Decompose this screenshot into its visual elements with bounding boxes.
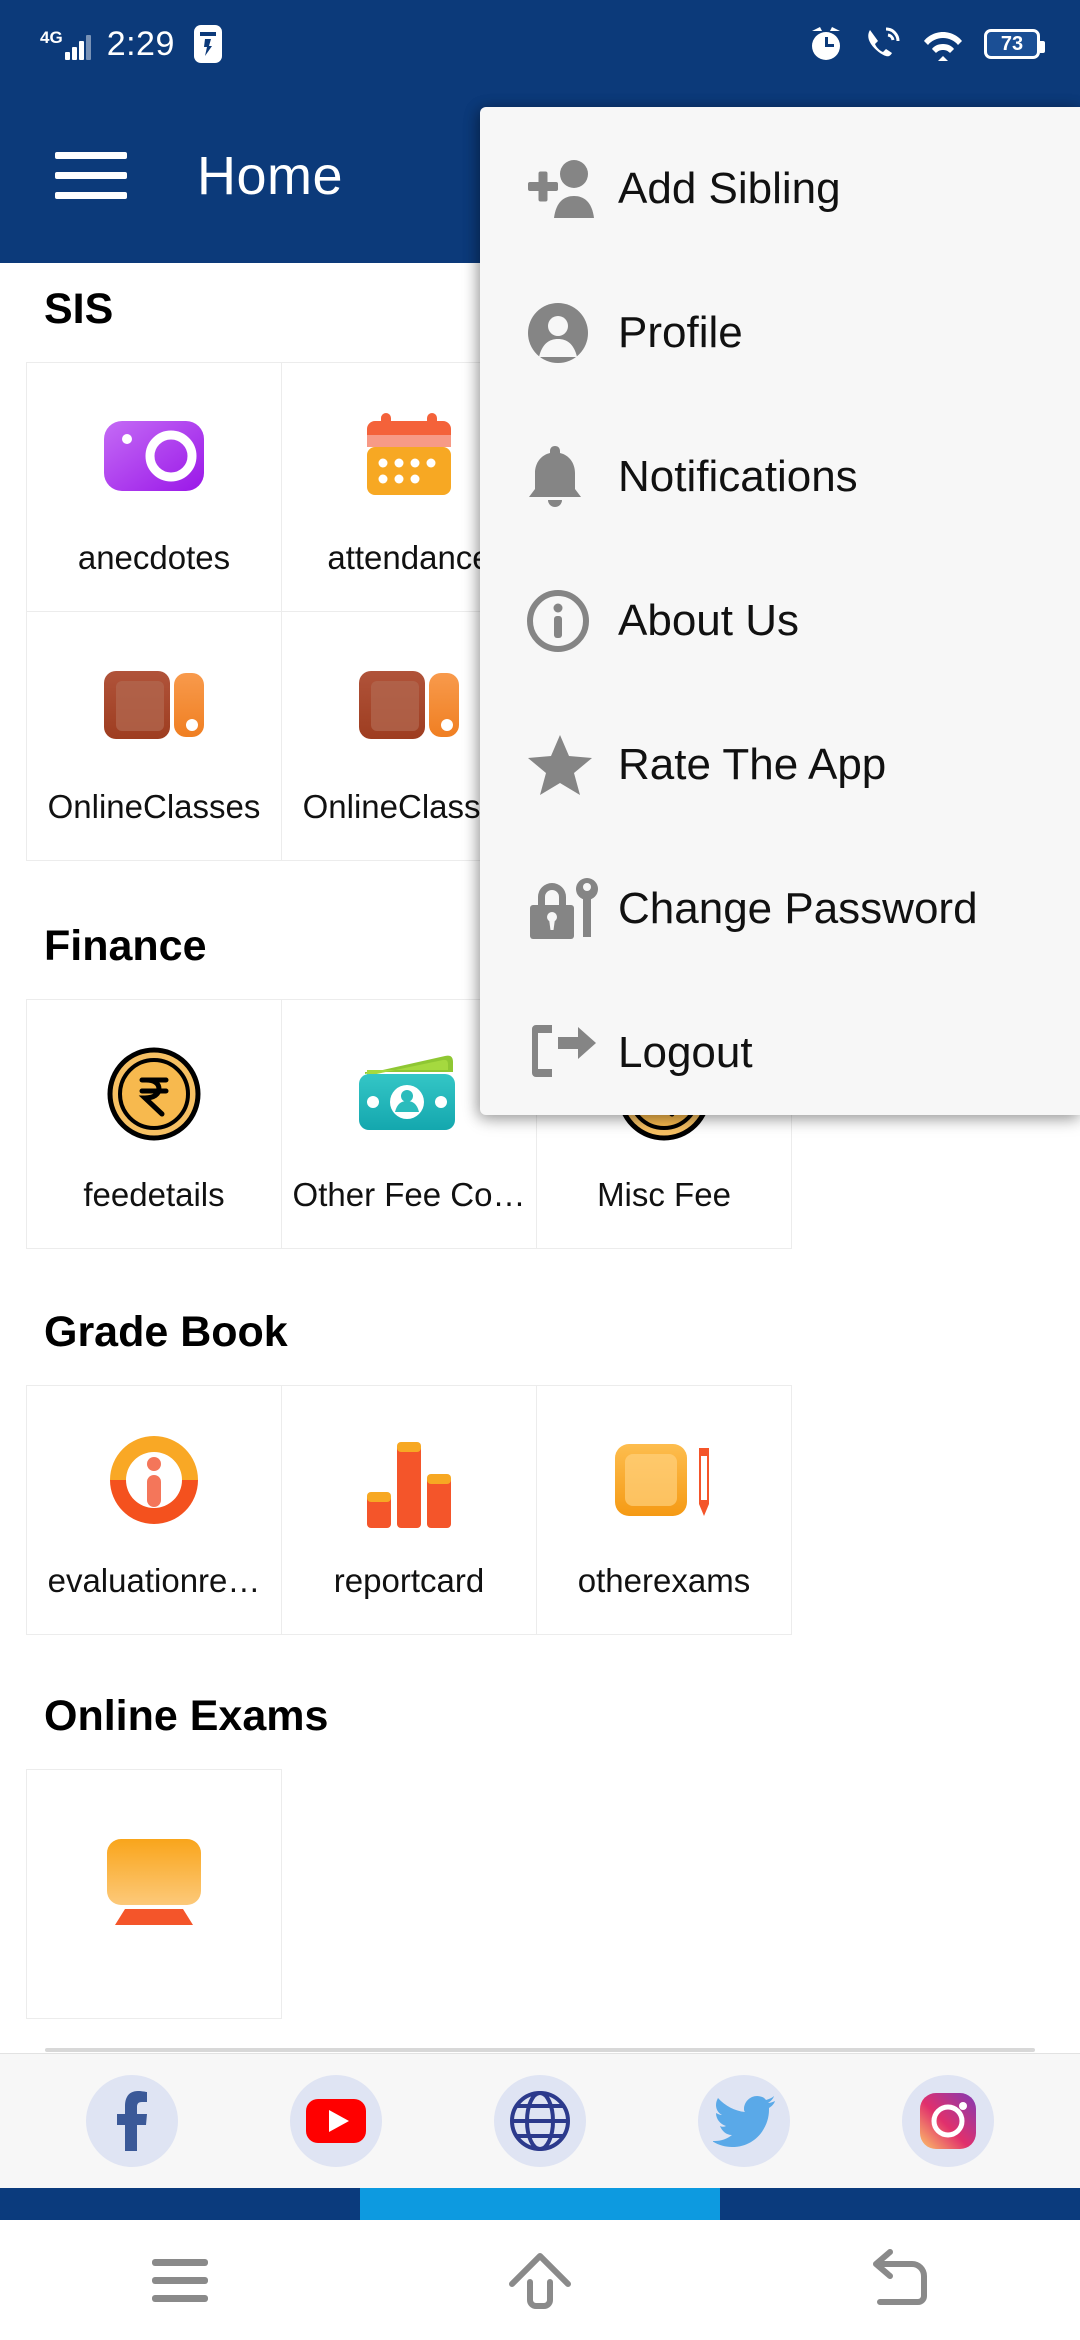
social-bar <box>0 2053 1080 2188</box>
scroll-divider <box>45 2048 1035 2052</box>
youtube-icon[interactable] <box>290 2075 382 2167</box>
twitter-icon[interactable] <box>698 2075 790 2167</box>
missed-call-icon <box>864 26 902 62</box>
wifi-icon <box>922 26 964 62</box>
logout-icon <box>526 1023 618 1083</box>
bar-chart-icon <box>361 1420 457 1540</box>
tile-evaluationreport[interactable]: evaluationre… <box>26 1385 282 1635</box>
tile-label: attendance <box>327 539 491 576</box>
tile-label: evaluationre… <box>47 1562 261 1599</box>
accent-strip <box>0 2188 1080 2220</box>
note-pencil-icon <box>611 1420 717 1540</box>
status-bar-right: 73 <box>808 25 1045 63</box>
tile-otherexams[interactable]: otherexams <box>536 1385 792 1635</box>
menu-item-label: Add Sibling <box>618 164 841 213</box>
tile-reportcard[interactable]: reportcard <box>281 1385 537 1635</box>
orange-info-icon <box>104 1420 204 1540</box>
home-button[interactable] <box>480 2235 600 2325</box>
status-bar-left: 4G 2:29 <box>40 24 225 64</box>
tile-row-gradebook: evaluationre… reportcard otherexams <box>0 1385 1080 1635</box>
tile-label: Other Fee Co… <box>292 1176 526 1213</box>
calendar-icon <box>359 397 459 517</box>
book-icon <box>357 646 461 766</box>
tile-label: otherexams <box>577 1562 751 1599</box>
info-circle-icon <box>526 589 618 653</box>
bell-icon <box>526 444 618 510</box>
monitor-icon <box>99 1823 209 1943</box>
menu-item-label: Notifications <box>618 452 858 501</box>
tile-row-onlineexams <box>0 1769 1080 2019</box>
menu-item-label: Logout <box>618 1028 753 1077</box>
menu-item-notifications[interactable]: Notifications <box>480 405 1080 549</box>
tile-onlineclasses-1[interactable]: OnlineClasses <box>26 611 282 861</box>
add-person-icon <box>526 158 618 220</box>
tile-feedetails[interactable]: feedetails <box>26 999 282 1249</box>
rupee-coin-icon <box>106 1034 202 1154</box>
star-icon <box>526 733 618 797</box>
alarm-clock-icon <box>808 25 844 63</box>
menu-item-label: Rate The App <box>618 740 887 789</box>
section-title-onlineexams: Online Exams <box>44 1692 329 1740</box>
tile-onlineexam[interactable] <box>26 1769 282 2019</box>
facebook-icon[interactable] <box>86 2075 178 2167</box>
status-bar: 4G 2:29 73 <box>0 0 1080 88</box>
profile-icon <box>526 301 618 365</box>
recents-button[interactable] <box>120 2235 240 2325</box>
battery-percent-label: 73 <box>1000 32 1024 55</box>
section-title-gradebook: Grade Book <box>44 1308 288 1356</box>
instagram-icon[interactable] <box>902 2075 994 2167</box>
page-title: Home <box>197 145 344 206</box>
menu-item-add-sibling[interactable]: Add Sibling <box>480 117 1080 261</box>
money-wallet-icon <box>357 1034 461 1154</box>
menu-item-logout[interactable]: Logout <box>480 981 1080 1125</box>
menu-item-label: About Us <box>618 596 799 645</box>
menu-item-profile[interactable]: Profile <box>480 261 1080 405</box>
back-button[interactable] <box>840 2235 960 2325</box>
menu-item-label: Change Password <box>618 884 978 933</box>
hamburger-menu-icon[interactable] <box>55 152 127 199</box>
tile-label: reportcard <box>333 1562 485 1599</box>
overflow-menu: Add Sibling Profile Notifications About … <box>480 107 1080 1115</box>
website-globe-icon[interactable] <box>494 2075 586 2167</box>
signal-bars-icon: 4G <box>40 29 91 60</box>
menu-item-about-us[interactable]: About Us <box>480 549 1080 693</box>
battery-icon: 73 <box>984 29 1045 59</box>
tile-anecdotes[interactable]: anecdotes <box>26 362 282 612</box>
tile-label: OnlineClasses <box>47 788 261 825</box>
menu-item-rate-the-app[interactable]: Rate The App <box>480 693 1080 837</box>
tile-label: feedetails <box>83 1176 225 1213</box>
tile-label: Misc Fee <box>597 1176 731 1213</box>
status-bar-clock: 2:29 <box>106 24 175 63</box>
book-icon <box>102 646 206 766</box>
network-type-label: 4G <box>40 27 63 47</box>
menu-item-label: Profile <box>618 308 743 357</box>
android-nav-bar <box>0 2220 1080 2340</box>
tile-label: anecdotes <box>77 539 231 576</box>
flashlight-icon <box>191 24 225 64</box>
lock-key-icon <box>526 875 618 943</box>
menu-item-change-password[interactable]: Change Password <box>480 837 1080 981</box>
camera-icon <box>99 397 209 517</box>
